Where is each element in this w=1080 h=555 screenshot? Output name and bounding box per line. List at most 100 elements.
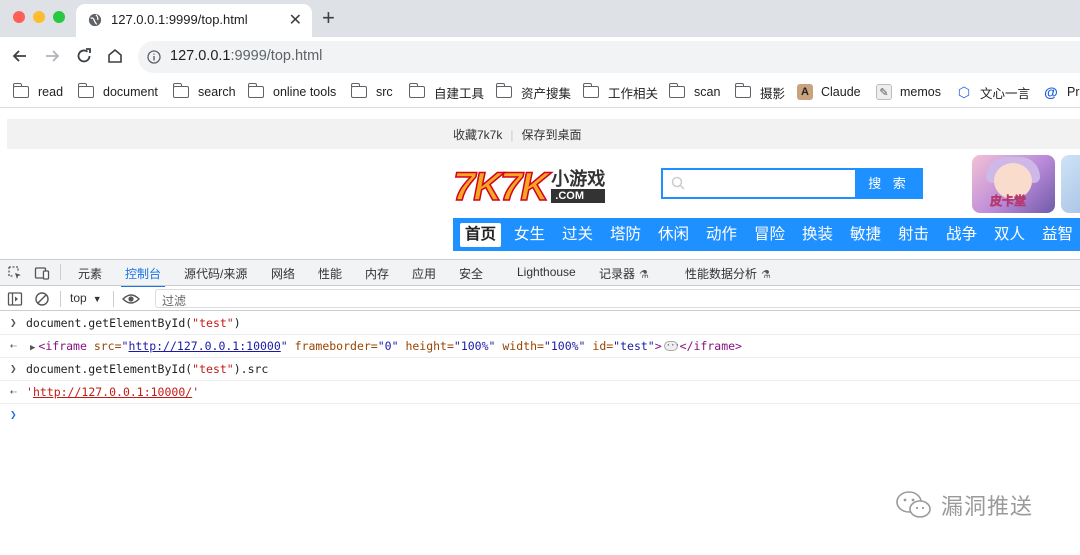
game-thumbnail[interactable]: 皮卡堂 xyxy=(972,155,1055,213)
globe-icon xyxy=(88,13,102,27)
tab-elements[interactable]: 元素 xyxy=(78,265,102,282)
device-toolbar-icon[interactable] xyxy=(34,265,50,281)
tab-performance[interactable]: 性能 xyxy=(318,265,342,282)
console-input-line: ❯ document.getElementById("test") xyxy=(0,312,1080,335)
console-prompt[interactable]: ❯ xyxy=(0,404,1080,427)
inspect-element-icon[interactable] xyxy=(7,265,23,281)
console-text: 'http://127.0.0.1:10000/' xyxy=(26,381,199,403)
nav-item[interactable]: 双人 xyxy=(994,223,1025,247)
html-attr: frameborder= xyxy=(287,339,378,353)
nav-item[interactable]: 冒险 xyxy=(754,223,785,247)
tab-performance-insights[interactable]: 性能数据分析 ⚗ xyxy=(685,265,771,282)
site-search-button[interactable]: 搜 索 xyxy=(855,168,923,199)
bookmark-label: 工作相关 xyxy=(608,86,659,101)
site-search-input[interactable] xyxy=(661,168,857,199)
prompt-chevron-icon: ❯ xyxy=(10,408,17,421)
context-selector[interactable]: top ▼ xyxy=(70,291,102,305)
nav-item[interactable]: 益智 xyxy=(1042,223,1073,247)
console-toolbar: top ▼ 过滤 xyxy=(0,287,1080,311)
nav-item[interactable]: 敏捷 xyxy=(850,223,881,247)
tab-network[interactable]: 网络 xyxy=(271,265,295,282)
browser-tab[interactable]: 127.0.0.1:9999/top.html ✕ xyxy=(76,4,312,37)
search-icon xyxy=(671,176,685,190)
bookmark-label: src xyxy=(376,85,393,99)
tab-console[interactable]: 控制台 xyxy=(120,265,166,288)
browser-toolbar: 127.0.0.1:9999/top.html xyxy=(0,37,1080,75)
tab-memory[interactable]: 内存 xyxy=(365,265,389,282)
bookmark-search[interactable]: search xyxy=(172,83,236,101)
bookmark-site-link[interactable]: 收藏7k7k xyxy=(453,128,502,142)
bookmark-online-tools[interactable]: online tools xyxy=(247,83,337,101)
close-tab-icon[interactable]: ✕ xyxy=(289,10,302,30)
code: ).src xyxy=(233,362,269,376)
console-filter-input[interactable]: 过滤 xyxy=(155,289,1080,308)
sidebar-toggle-icon[interactable] xyxy=(7,291,23,307)
folder-icon xyxy=(734,83,751,98)
nav-item[interactable]: 塔防 xyxy=(610,223,641,247)
tab-lighthouse[interactable]: Lighthouse xyxy=(517,265,576,279)
code: document.getElementById( xyxy=(26,362,193,376)
category-nav: 首页 女生 过关 塔防 休闲 动作 冒险 换装 敏捷 射击 战争 双人 益智 xyxy=(453,218,1080,251)
close-window-button[interactable] xyxy=(13,11,25,23)
maximize-window-button[interactable] xyxy=(53,11,65,23)
nav-item[interactable]: 动作 xyxy=(706,223,737,247)
tab-application[interactable]: 应用 xyxy=(412,265,436,282)
bookmark-work[interactable]: 工作相关 xyxy=(582,83,659,101)
bookmark-label: 文心一言 xyxy=(980,86,1031,101)
nav-item[interactable]: 过关 xyxy=(562,223,593,247)
bookmark-read[interactable]: read xyxy=(12,83,63,101)
tab-security[interactable]: 安全 xyxy=(459,265,483,282)
bookmark-asset-collection[interactable]: 资产搜集 xyxy=(495,83,572,101)
bookmark-label: 资产搜集 xyxy=(521,86,572,101)
browser-tab-strip: 127.0.0.1:9999/top.html ✕ + xyxy=(0,0,1080,37)
wenxin-icon: ⬡ xyxy=(957,83,971,100)
new-tab-icon[interactable]: + xyxy=(322,5,335,31)
iframe-src-link[interactable]: http://127.0.0.1:10000 xyxy=(128,339,280,353)
nav-item[interactable]: 女生 xyxy=(514,223,545,247)
bookmark-wenxin[interactable]: ⬡ 文心一言 xyxy=(956,83,1030,101)
tab-sources[interactable]: 源代码/来源 xyxy=(184,265,247,282)
eye-icon[interactable] xyxy=(122,291,140,307)
game-thumbnail[interactable] xyxy=(1061,155,1080,213)
bookmark-src[interactable]: src xyxy=(350,83,393,101)
url-host: 127.0.0.1 xyxy=(170,48,231,64)
folder-icon xyxy=(12,83,29,98)
address-bar[interactable]: 127.0.0.1:9999/top.html xyxy=(138,41,1080,73)
tab-recorder[interactable]: 记录器 ⚗ xyxy=(599,265,649,282)
back-arrow-icon[interactable] xyxy=(10,46,30,66)
console-result-line[interactable]: ⇠ ▶ <iframe src="http://127.0.0.1:10000" … xyxy=(0,335,1080,358)
reload-icon[interactable] xyxy=(74,46,94,66)
nav-item[interactable]: 战争 xyxy=(946,223,977,247)
bookmark-self-built-tools[interactable]: 自建工具 xyxy=(408,83,484,101)
clear-console-icon[interactable] xyxy=(34,291,50,307)
bookmark-label: online tools xyxy=(273,85,337,99)
html-attr: src= xyxy=(86,339,122,353)
bookmark-claude[interactable]: A Claude xyxy=(797,83,861,101)
nav-item[interactable]: 休闲 xyxy=(658,223,689,247)
nav-home[interactable]: 首页 xyxy=(460,223,502,247)
watermark-text: 漏洞推送 xyxy=(941,494,1034,519)
spiral-icon: @ xyxy=(1044,84,1058,100)
bookmark-scan[interactable]: scan xyxy=(668,83,720,101)
bookmark-photography[interactable]: 摄影 xyxy=(734,83,785,101)
site-logo[interactable]: 7K7K 小游戏 .COM xyxy=(452,163,606,208)
result-link[interactable]: http://127.0.0.1:10000/ xyxy=(33,385,192,399)
forward-arrow-icon[interactable] xyxy=(42,46,62,66)
minimize-window-button[interactable] xyxy=(33,11,45,23)
bookmark-label: document xyxy=(103,85,158,99)
bookmark-document[interactable]: document xyxy=(77,83,158,101)
site-info-icon[interactable] xyxy=(147,50,161,64)
bookmark-pr[interactable]: @ Pr xyxy=(1043,83,1079,101)
logo-cn: 小游戏 xyxy=(551,169,606,189)
expand-triangle-icon[interactable]: ▶ xyxy=(30,343,35,353)
ellipsis-icon[interactable] xyxy=(663,335,679,357)
nav-item[interactable]: 换装 xyxy=(802,223,833,247)
top-links: 收藏7k7k | 保存到桌面 xyxy=(453,126,582,143)
folder-icon xyxy=(495,83,512,98)
nav-item[interactable]: 射击 xyxy=(898,223,929,247)
chevron-down-icon: ▼ xyxy=(92,294,102,304)
html-attr-value: "100%" xyxy=(543,339,586,353)
bookmark-memos[interactable]: ✎ memos xyxy=(876,83,941,101)
home-icon[interactable] xyxy=(105,46,125,66)
save-to-desktop-link[interactable]: 保存到桌面 xyxy=(521,128,581,142)
